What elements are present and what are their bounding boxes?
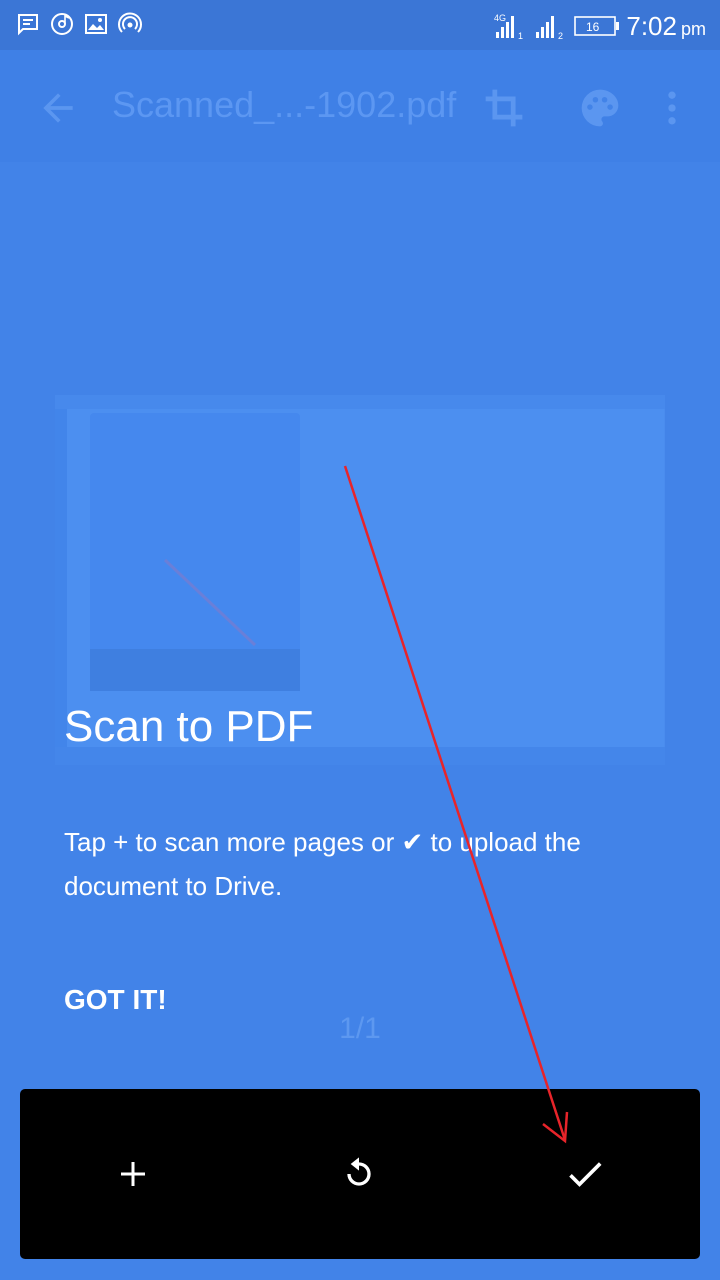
network-type-label: 4G xyxy=(494,13,506,23)
preview-top-strip xyxy=(55,395,665,409)
clock-ampm: pm xyxy=(680,18,706,39)
status-indicators: 4G 1 2 16 7:02 pm xyxy=(494,6,706,46)
bottom-toolbar xyxy=(20,1089,700,1259)
app-bar: Scanned_...-1902.pdf xyxy=(0,50,720,162)
tutorial-body: Tap + to scan more pages or ✔ to upload … xyxy=(64,827,581,901)
back-arrow-icon[interactable] xyxy=(36,86,80,130)
confirm-check-icon xyxy=(569,1162,602,1187)
sim1-label: 1 xyxy=(518,31,523,40)
crop-icon[interactable] xyxy=(482,86,526,130)
got-it-button[interactable]: GOT IT! xyxy=(64,984,167,1016)
add-page-button[interactable] xyxy=(103,1144,163,1204)
signal-sim2-icon: 2 xyxy=(536,16,563,40)
add-page-icon xyxy=(121,1162,145,1186)
document-title: Scanned_...-1902.pdf xyxy=(112,84,457,125)
confirm-upload-button[interactable] xyxy=(555,1144,615,1204)
sim2-label: 2 xyxy=(558,31,563,40)
notification-icons xyxy=(16,12,142,36)
page-counter: 1/1 xyxy=(339,1012,381,1045)
clock-time: 7:02 xyxy=(626,10,677,41)
message-icon xyxy=(18,14,38,36)
battery-icon: 16 xyxy=(574,16,620,36)
tutorial-title: Scan to PDF xyxy=(64,702,314,751)
hotspot-icon xyxy=(118,12,142,33)
battery-level: 16 xyxy=(586,20,600,34)
clock: 7:02 pm xyxy=(626,11,706,42)
retake-button[interactable] xyxy=(329,1144,389,1204)
preview-arrow-image xyxy=(163,558,257,647)
preview-phone-toolbar xyxy=(90,649,300,691)
signal-sim1-icon: 4G 1 xyxy=(494,13,523,40)
gallery-icon xyxy=(85,14,107,34)
status-bar: 4G 1 2 16 7:02 pm xyxy=(0,0,720,50)
more-vert-icon[interactable] xyxy=(650,86,694,130)
palette-icon[interactable] xyxy=(578,86,622,130)
music-disc-icon xyxy=(51,13,73,35)
retake-icon xyxy=(347,1157,371,1186)
